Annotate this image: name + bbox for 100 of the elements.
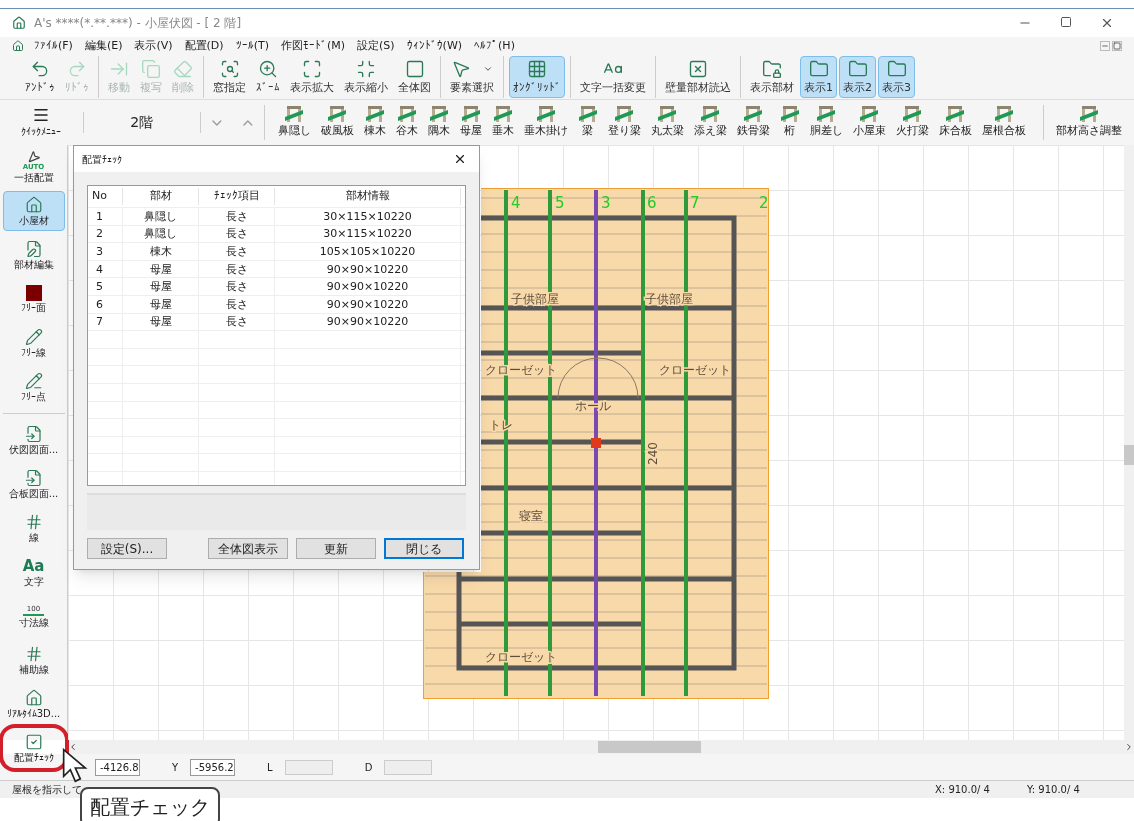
table-cell: 長さ <box>199 225 275 243</box>
sidebar-tool[interactable]: 配置ﾁｪｯｸ <box>2 728 65 768</box>
member-tool[interactable]: 小屋束 <box>848 105 891 140</box>
menu-item[interactable]: ｳｨﾝﾄﾞｳ(W) <box>400 37 469 55</box>
member-tool[interactable]: 屋根合板 <box>977 105 1031 140</box>
beam-icon <box>743 105 764 124</box>
folder-icon <box>847 59 868 79</box>
member-tool[interactable]: 垂木 <box>487 105 519 140</box>
toolbar-button[interactable]: 表示縮小 <box>340 56 392 98</box>
sidebar-tool[interactable]: Aa 文字 <box>2 552 65 592</box>
member-tool[interactable]: 床合板 <box>934 105 977 140</box>
sidebar-tool[interactable]: ﾘｱﾙﾀｲﾑ3D... <box>2 684 65 724</box>
toolbar-button[interactable]: ｵﾝｸﾞﾘｯﾄﾞ <box>509 56 565 98</box>
member-tool[interactable]: 母屋 <box>455 105 487 140</box>
floor-selector[interactable]: 2階 <box>82 112 201 133</box>
sidebar-tool[interactable]: ﾌﾘｰ点 <box>2 367 65 407</box>
member-tool[interactable]: 棟木 <box>359 105 391 140</box>
sidebar-tool[interactable]: 伏図図面... <box>2 420 65 460</box>
toolbar-button[interactable]: 表示2 <box>839 56 876 98</box>
member-tool[interactable]: 破風板 <box>316 105 359 140</box>
menu-item[interactable]: ﾍﾙﾌﾟ(H) <box>468 37 521 55</box>
app-logo-icon <box>12 16 26 30</box>
table-cell: 1 <box>88 207 123 225</box>
scroll-right-icon[interactable] <box>1124 742 1134 752</box>
member-tool[interactable]: 登り梁 <box>603 105 646 140</box>
grid-number: 5 <box>555 194 565 212</box>
scroll-left-icon[interactable] <box>68 742 78 752</box>
close-icon[interactable] <box>1100 16 1114 30</box>
room-label: 寝室 <box>519 509 543 523</box>
length-field[interactable] <box>284 759 333 775</box>
menu-item[interactable]: 編集(E) <box>78 37 129 55</box>
beam-icon <box>429 105 449 124</box>
drawing-canvas[interactable] <box>68 145 1134 740</box>
toolbar-button[interactable]: ｱﾝﾄﾞｩ <box>21 56 59 98</box>
sidebar-tool[interactable]: 補助線 <box>2 640 65 680</box>
undo-icon <box>30 59 50 79</box>
vertical-scrollbar[interactable] <box>1124 145 1134 740</box>
table-row[interactable]: 1 鼻隠し 長さ 30×115×10220 <box>88 208 465 226</box>
dialog-button[interactable]: 更新 <box>296 538 376 559</box>
beam-icon <box>859 105 880 124</box>
sidebar-tool[interactable]: ﾌﾘｰ線 <box>2 323 65 363</box>
sidebar-tool[interactable]: ﾌﾘｰ面 <box>2 279 65 319</box>
toolbar-button[interactable]: 要素選択 <box>446 56 498 98</box>
table-row[interactable]: 7 母屋 長さ 90×90×10220 <box>88 313 465 332</box>
coordinate-field[interactable]: -5956.2 <box>190 758 236 776</box>
toolbar-button[interactable]: 窓指定 <box>209 56 250 98</box>
table-cell: 90×90×10220 <box>275 295 461 313</box>
coordinate-field[interactable]: -4126.8 <box>95 758 140 776</box>
member-tool[interactable]: 鉄骨梁 <box>732 105 775 140</box>
toolbar-button[interactable]: 全体図 <box>394 56 435 98</box>
maximize-icon[interactable] <box>1060 16 1072 28</box>
table-row[interactable]: 3 棟木 長さ 105×105×10220 <box>88 243 465 261</box>
restore-icon[interactable] <box>1112 41 1122 51</box>
height-adjust-tool[interactable]: 部材高さ調整 <box>1043 105 1122 140</box>
sidebar-tool[interactable]: 小屋材 <box>2 191 65 231</box>
table-row[interactable]: 6 母屋 長さ 90×90×10220 <box>88 295 465 314</box>
sidebar-tool[interactable]: 部材編集 <box>2 235 65 275</box>
menu-item[interactable]: ﾌｧｲﾙ(F) <box>28 37 79 55</box>
toolbar-button[interactable]: 壁量部材読込 <box>661 56 735 98</box>
toolbar-button[interactable]: 表示拡大 <box>286 56 338 98</box>
member-tool[interactable]: 胴差し <box>805 105 848 140</box>
table-row[interactable]: 5 母屋 長さ 90×90×10220 <box>88 278 465 296</box>
menu-item[interactable]: 作図ﾓｰﾄﾞ(M) <box>274 37 352 55</box>
distance-field[interactable] <box>384 759 433 775</box>
menu-item[interactable]: 表示(V) <box>128 37 179 55</box>
dialog-button[interactable]: 全体図表示 <box>208 538 288 559</box>
dialog-button[interactable]: 設定(S)... <box>87 538 167 559</box>
member-tool[interactable]: 隅木 <box>423 105 455 140</box>
quick-menu-button[interactable]: ｸｲｯｸﾒﾆｭｰ <box>12 106 71 139</box>
dialog-button[interactable]: 閉じる <box>384 538 464 559</box>
member-tool[interactable]: 桁 <box>775 105 805 140</box>
member-tool[interactable]: 添え梁 <box>689 105 732 140</box>
grid-icon <box>527 59 547 79</box>
toolbar-button[interactable]: ｽﾞｰﾑ <box>252 56 284 98</box>
table-row[interactable]: 2 鼻隠し 長さ 30×115×10220 <box>88 225 465 244</box>
beam-icon <box>365 105 385 124</box>
line-grid-icon <box>24 512 43 531</box>
menu-item[interactable]: 配置(D) <box>178 37 230 55</box>
beam-icon <box>284 105 305 124</box>
minimize-icon[interactable] <box>1100 41 1110 51</box>
menu-item[interactable]: ﾂｰﾙ(T) <box>229 37 275 55</box>
menu-item[interactable]: 設定(S) <box>351 37 401 55</box>
toolbar-button[interactable]: 表示部材 <box>746 56 798 98</box>
table-cell: 30×115×10220 <box>275 225 461 243</box>
member-tool[interactable]: 丸太梁 <box>646 105 689 140</box>
member-tool[interactable]: 谷木 <box>391 105 423 140</box>
table-row[interactable]: 4 母屋 長さ 90×90×10220 <box>88 260 465 279</box>
sidebar-tool[interactable]: 線 <box>2 508 65 548</box>
table-cell: 長さ <box>199 260 275 278</box>
grid-number: 6 <box>647 194 657 212</box>
member-tool[interactable]: 鼻隠し <box>273 105 316 140</box>
member-tool[interactable]: 梁 <box>573 105 603 140</box>
toolbar-button[interactable]: 表示1 <box>800 56 837 98</box>
horizontal-scrollbar[interactable] <box>68 740 1134 754</box>
member-tool[interactable]: 垂木掛け <box>519 105 573 140</box>
toolbar-button[interactable]: 文字一括変更 <box>576 56 650 98</box>
sidebar-tool[interactable]: 合板図面... <box>2 464 65 504</box>
toolbar-button[interactable]: 表示3 <box>878 56 915 98</box>
member-tool[interactable]: 火打梁 <box>891 105 934 140</box>
table-cell: 105×105×10220 <box>275 243 461 260</box>
